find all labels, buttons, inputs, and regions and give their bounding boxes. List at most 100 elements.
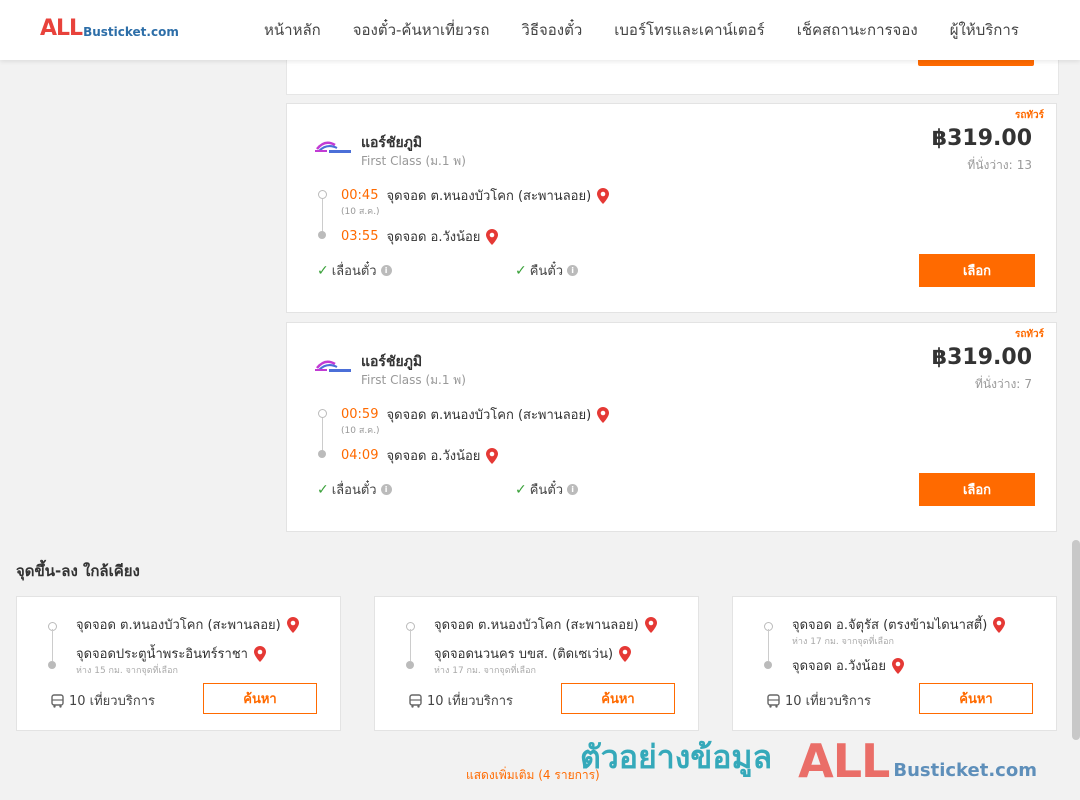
timeline-line <box>52 629 53 661</box>
departure-date: (10 ส.ค.) <box>341 207 380 217</box>
nav-operators[interactable]: ผู้ให้บริการ <box>950 18 1019 42</box>
nearby-from-name: จุดจอด ต.หนองบัวโคก (สะพานลอย) <box>434 618 639 633</box>
operator-name: แอร์ชัยภูมิ <box>361 135 423 151</box>
nearby-to-name: จุดจอดนวนคร บขส. (ติดเซเว่น) <box>434 647 614 662</box>
operator-logo-icon <box>315 141 351 153</box>
seats-count: 7 <box>1024 377 1032 391</box>
nav-how-to-book[interactable]: วิธีจองตั๋ว <box>521 18 582 42</box>
map-pin-icon[interactable] <box>597 187 610 204</box>
seats-available: ที่นั่งว่าง: 7 <box>971 375 1032 394</box>
timeline-end-dot <box>406 661 414 669</box>
bus-icon <box>767 693 780 708</box>
bus-icon <box>51 693 64 708</box>
timeline-end-dot <box>318 450 326 458</box>
nearby-search-button[interactable]: ค้นหา <box>919 683 1033 714</box>
seats-label: ที่นั่งว่าง: <box>967 158 1013 172</box>
check-icon: ✓ <box>515 481 527 498</box>
timeline-line <box>768 629 769 661</box>
departure-stop-name: จุดจอด ต.หนองบัวโคก (สะพานลอย) <box>386 189 592 204</box>
nearby-from-name: จุดจอด อ.จัตุรัส (ตรงข้ามไดนาสตี้) <box>792 618 988 633</box>
feature-label: เลื่อนตั๋ว <box>331 264 377 279</box>
nav-home[interactable]: หน้าหลัก <box>264 18 321 42</box>
site-logo[interactable]: ALL Busticket.com <box>40 18 179 40</box>
timeline-end-dot <box>48 661 56 669</box>
operator-name: แอร์ชัยภูมิ <box>361 354 423 370</box>
departure-stop-name: จุดจอด ต.หนองบัวโคก (สะพานลอย) <box>386 408 592 423</box>
info-icon[interactable]: i <box>380 484 392 495</box>
sample-data-watermark: ตัวอย่างข้อมูล ALL Busticket.com <box>580 732 1037 784</box>
timeline-line <box>410 629 411 661</box>
site-header: ALL Busticket.com หน้าหลัก จองตั๋ว-ค้นหา… <box>0 0 1080 60</box>
nearby-from-stop: จุดจอด อ.จัตุรัส (ตรงข้ามไดนาสตี้) <box>792 614 1006 635</box>
page-scrollbar[interactable] <box>1072 540 1080 740</box>
previous-select-button[interactable] <box>918 60 1034 66</box>
map-pin-icon[interactable] <box>597 406 610 423</box>
nearby-to-name: จุดจอดประตูน้ำพระอินทร์ราชา <box>76 647 248 662</box>
nearby-card: จุดจอด ต.หนองบัวโคก (สะพานลอย) จุดจอดนวน… <box>374 596 699 731</box>
feature-refund-ticket: ✓ คืนตั๋ว i <box>515 260 579 281</box>
nearby-search-button[interactable]: ค้นหา <box>203 683 317 714</box>
nearby-card: จุดจอด อ.จัตุรัส (ตรงข้ามไดนาสตี้) ห่าง … <box>732 596 1057 731</box>
feature-change-ticket: ✓ เลื่อนตั๋ว i <box>317 479 392 500</box>
nearby-from-stop: จุดจอด ต.หนองบัวโคก (สะพานลอย) <box>434 614 657 635</box>
map-pin-icon[interactable] <box>644 616 657 633</box>
nearby-distance: ห่าง 17 กม. จากจุดที่เลือก <box>434 666 536 676</box>
departure-time: 00:59 <box>341 407 379 422</box>
arrival-stop-name: จุดจอด อ.วังน้อย <box>386 449 481 464</box>
arrival-time: 04:09 <box>341 448 379 463</box>
seats-count: 13 <box>1016 158 1032 172</box>
nearby-to-stop: จุดจอดประตูน้ำพระอินทร์ราชา <box>76 643 266 664</box>
nearby-distance: ห่าง 17 กม. จากจุดที่เลือก <box>792 637 894 647</box>
nearby-card: จุดจอด ต.หนองบัวโคก (สะพานลอย) จุดจอดประ… <box>16 596 341 731</box>
feature-label: เลื่อนตั๋ว <box>331 483 377 498</box>
departure-stop: 00:45 จุดจอด ต.หนองบัวโคก (สะพานลอย) <box>341 185 610 206</box>
trip-count-label: 10 เที่ยวบริการ <box>427 694 513 709</box>
operator-logo-icon <box>315 360 351 372</box>
feature-label: คืนตั๋ว <box>529 483 564 498</box>
info-icon[interactable]: i <box>567 484 579 495</box>
trip-card: รถทัวร์ แอร์ชัยภูมิ First Class (ม.1 พ) … <box>286 322 1057 532</box>
select-trip-button[interactable]: เลือก <box>919 254 1035 287</box>
check-icon: ✓ <box>317 481 329 498</box>
info-icon[interactable]: i <box>380 265 392 276</box>
map-pin-icon[interactable] <box>486 447 499 464</box>
arrival-time: 03:55 <box>341 229 379 244</box>
nearby-trip-count: 10 เที่ยวบริการ <box>767 690 871 711</box>
timeline-start-dot <box>318 190 327 199</box>
select-trip-button[interactable]: เลือก <box>919 473 1035 506</box>
nearby-section-title: จุดขึ้น-ลง ใกล้เคียง <box>16 562 140 580</box>
departure-date: (10 ส.ค.) <box>341 426 380 436</box>
watermark-text: ตัวอย่างข้อมูล <box>580 738 773 776</box>
timeline-end-dot <box>764 661 772 669</box>
departure-time: 00:45 <box>341 188 379 203</box>
info-icon[interactable]: i <box>567 265 579 276</box>
nearby-search-button[interactable]: ค้นหา <box>561 683 675 714</box>
check-icon: ✓ <box>317 262 329 279</box>
nav-book-search[interactable]: จองตั๋ว-ค้นหาเที่ยวรถ <box>353 18 490 42</box>
nearby-trip-count: 10 เที่ยวบริการ <box>51 690 155 711</box>
logo-busticket-text: Busticket.com <box>83 25 179 39</box>
nearby-from-stop: จุดจอด ต.หนองบัวโคก (สะพานลอย) <box>76 614 299 635</box>
nav-phone-counters[interactable]: เบอร์โทรและเคาน์เตอร์ <box>614 18 764 42</box>
map-pin-icon[interactable] <box>891 657 904 674</box>
nearby-to-name: จุดจอด อ.วังน้อย <box>792 659 886 674</box>
promo-tag: รถทัวร์ <box>1014 329 1044 340</box>
timeline-start-dot <box>318 409 327 418</box>
nav-booking-status[interactable]: เช็คสถานะการจอง <box>797 18 918 42</box>
seats-label: ที่นั่งว่าง: <box>975 377 1021 391</box>
nearby-to-stop: จุดจอด อ.วังน้อย <box>792 655 904 676</box>
main-nav: หน้าหลัก จองตั๋ว-ค้นหาเที่ยวรถ วิธีจองตั… <box>248 0 1035 60</box>
trip-count-label: 10 เที่ยวบริการ <box>69 694 155 709</box>
arrival-stop: 04:09 จุดจอด อ.วังน้อย <box>341 445 499 466</box>
map-pin-icon[interactable] <box>993 616 1006 633</box>
map-pin-icon[interactable] <box>253 645 266 662</box>
nearby-distance: ห่าง 15 กม. จากจุดที่เลือก <box>76 666 178 676</box>
arrival-stop-name: จุดจอด อ.วังน้อย <box>386 230 481 245</box>
bus-icon <box>409 693 422 708</box>
map-pin-icon[interactable] <box>486 228 499 245</box>
trip-count-label: 10 เที่ยวบริการ <box>785 694 871 709</box>
map-pin-icon[interactable] <box>619 645 632 662</box>
feature-change-ticket: ✓ เลื่อนตั๋ว i <box>317 260 392 281</box>
seats-available: ที่นั่งว่าง: 13 <box>963 156 1032 175</box>
map-pin-icon[interactable] <box>286 616 299 633</box>
